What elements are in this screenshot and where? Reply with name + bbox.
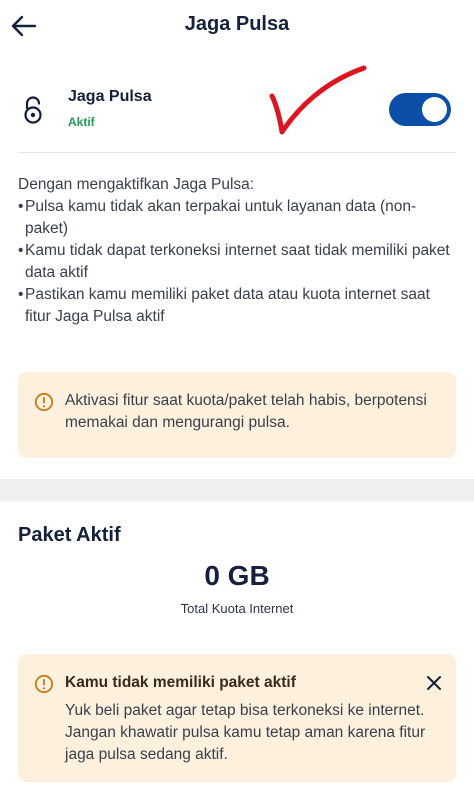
alert-text: Yuk beli paket agar tetap bisa terkoneks… [65, 702, 426, 763]
jaga-pulsa-feature-row: Jaga Pulsa Aktif [0, 78, 474, 150]
description-item-text: Kamu tidak dapat terkoneksi internet saa… [25, 242, 450, 281]
toggle-knob [422, 97, 447, 122]
description-item: • Kamu tidak dapat terkoneksi internet s… [18, 240, 458, 284]
activation-warning-box: Aktivasi fitur saat kuota/paket telah ha… [18, 372, 456, 458]
unlock-icon [24, 96, 42, 124]
red-checkmark-annotation [269, 65, 367, 135]
feature-status-badge: Aktif [68, 115, 95, 129]
feature-description: Dengan mengaktifkan Jaga Pulsa: • Pulsa … [18, 174, 458, 328]
description-item-text: Pastikan kamu memiliki paket data atau k… [25, 286, 430, 325]
bullet: • [18, 198, 24, 215]
alert-title: Kamu tidak memiliki paket aktif [65, 674, 296, 691]
jaga-pulsa-toggle[interactable] [389, 93, 451, 126]
description-item: • Pulsa kamu tidak akan terpakai untuk l… [18, 196, 458, 240]
feature-name: Jaga Pulsa [68, 88, 152, 105]
divider [18, 152, 456, 153]
info-circle-icon [34, 674, 54, 694]
no-package-alert: Kamu tidak memiliki paket aktif Yuk beli… [18, 654, 456, 782]
close-icon[interactable] [423, 672, 445, 694]
description-intro: Dengan mengaktifkan Jaga Pulsa: [18, 176, 255, 193]
info-circle-icon [34, 392, 54, 412]
activation-warning-text: Aktivasi fitur saat kuota/paket telah ha… [65, 392, 427, 431]
app-bar: Jaga Pulsa [0, 0, 474, 52]
quota-value: 0 GB [204, 560, 270, 591]
bullet: • [18, 242, 24, 259]
section-separator [0, 479, 474, 501]
page-title: Jaga Pulsa [184, 13, 290, 35]
description-item-text: Pulsa kamu tidak akan terpakai untuk lay… [25, 198, 417, 237]
quota-label: Total Kuota Internet [180, 601, 294, 616]
description-item: • Pastikan kamu memiliki paket data atau… [18, 284, 458, 328]
bullet: • [18, 286, 24, 303]
section-title-active-package: Paket Aktif [18, 524, 121, 546]
